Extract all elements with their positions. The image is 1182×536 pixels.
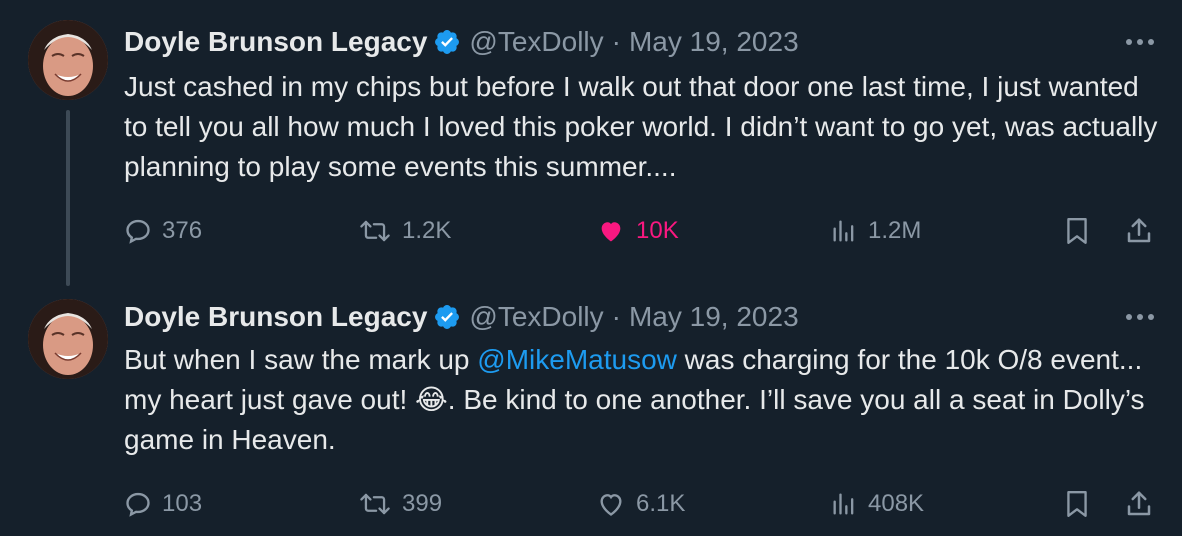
like-button[interactable]: 6.1K xyxy=(596,484,685,524)
views-chart-icon xyxy=(833,493,854,515)
bookmark-button[interactable] xyxy=(1064,211,1100,251)
repost-count: 399 xyxy=(402,490,443,517)
author-name[interactable]: Doyle Brunson Legacy xyxy=(124,301,427,333)
like-button[interactable]: 10K xyxy=(596,211,679,251)
tweet-date[interactable]: May 19, 2023 xyxy=(629,301,799,333)
author-avatar[interactable] xyxy=(28,20,108,100)
tweet-date[interactable]: May 19, 2023 xyxy=(629,26,799,58)
share-icon xyxy=(1127,491,1151,516)
repost-button[interactable]: 1.2K xyxy=(358,211,451,251)
reply-count: 376 xyxy=(162,217,203,244)
mention-link[interactable]: @MikeMatusow xyxy=(477,344,677,375)
tweet[interactable]: Doyle Brunson Legacy @TexDolly · May 19,… xyxy=(0,0,1182,286)
heart-filled-icon xyxy=(601,222,621,242)
bookmark-icon xyxy=(1067,491,1087,517)
repost-button[interactable]: 399 xyxy=(358,484,442,524)
tweet-text: Just cashed in my chips but before I wal… xyxy=(124,71,1158,182)
share-icon xyxy=(1127,218,1151,243)
tweet[interactable]: Doyle Brunson Legacy @TexDolly · May 19,… xyxy=(0,285,1182,536)
tweet-header: Doyle Brunson Legacy @TexDolly · May 19,… xyxy=(124,22,799,62)
tweet-actions: 103 399 6.1K 408K xyxy=(124,484,1164,524)
reply-icon xyxy=(126,219,150,244)
repost-count: 1.2K xyxy=(402,217,452,244)
views-chart-icon xyxy=(833,220,854,242)
repost-icon xyxy=(360,220,390,242)
bookmark-button[interactable] xyxy=(1064,484,1100,524)
like-count: 6.1K xyxy=(636,490,686,517)
laughing-emoji: 😂 xyxy=(415,384,448,415)
like-count: 10K xyxy=(636,217,679,244)
heart-outline-icon xyxy=(600,494,622,516)
view-count: 408K xyxy=(868,490,925,517)
more-options-icon[interactable] xyxy=(1122,305,1158,329)
separator-dot: · xyxy=(611,26,621,57)
repost-icon xyxy=(360,493,390,515)
share-button[interactable] xyxy=(1124,211,1164,251)
views-button[interactable]: 408K xyxy=(830,484,924,524)
author-handle[interactable]: @TexDolly xyxy=(469,26,603,58)
verified-badge-icon xyxy=(435,30,460,54)
tweet-actions: 376 1.2K 10K 1.2M xyxy=(124,211,1164,251)
tweet-text: But when I saw the mark up @MikeMatusow … xyxy=(124,340,1164,460)
text-segment: But when I saw the mark up xyxy=(124,344,478,375)
thread-connector-line xyxy=(66,110,70,286)
verified-badge-icon xyxy=(435,305,460,329)
author-name[interactable]: Doyle Brunson Legacy xyxy=(124,26,427,58)
separator-dot: · xyxy=(611,301,621,332)
avatar-photo-icon xyxy=(28,299,108,379)
author-handle[interactable]: @TexDolly xyxy=(469,301,603,333)
tweet-header: Doyle Brunson Legacy @TexDolly · May 19,… xyxy=(124,297,799,337)
reply-count: 103 xyxy=(162,490,203,517)
share-button[interactable] xyxy=(1124,484,1164,524)
bookmark-icon xyxy=(1067,218,1087,244)
views-button[interactable]: 1.2M xyxy=(830,211,921,251)
reply-icon xyxy=(126,492,150,517)
avatar-photo-icon xyxy=(28,20,108,100)
more-options-icon[interactable] xyxy=(1122,30,1158,54)
tweet-thread: Doyle Brunson Legacy @TexDolly · May 19,… xyxy=(0,0,1182,536)
reply-button[interactable]: 103 xyxy=(124,484,202,524)
view-count: 1.2M xyxy=(868,217,922,244)
reply-button[interactable]: 376 xyxy=(124,211,202,251)
author-avatar[interactable] xyxy=(28,299,108,379)
